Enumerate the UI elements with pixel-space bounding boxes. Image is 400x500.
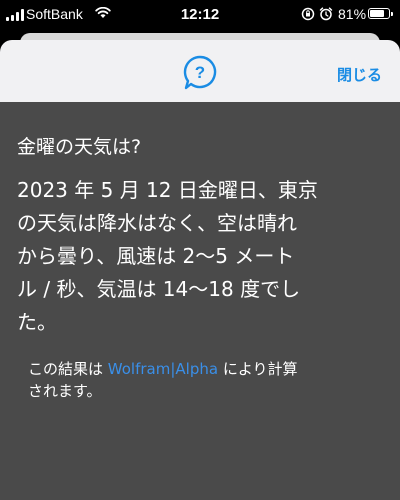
answer-line: た。	[17, 310, 57, 334]
credit-suffix: により計算	[218, 360, 298, 378]
answer-line: の天気は降水はなく、空は晴れ	[17, 211, 297, 235]
credit-line-2: されます。	[28, 382, 102, 400]
attribution-text: この結果は Wolfram|Alpha により計算 されます。	[28, 358, 378, 402]
close-button[interactable]: 閉じる	[337, 64, 382, 85]
alarm-icon	[319, 7, 333, 21]
status-bar: SoftBank 12:12 81%	[0, 0, 400, 30]
answer-line: から曇り、風速は 2〜5 メート	[17, 244, 295, 268]
question-text: 金曜の天気は?	[17, 136, 142, 158]
answer-panel: 金曜の天気は? 2023 年 5 月 12 日金曜日、東京 の天気は降水はなく、…	[0, 102, 400, 500]
battery-icon	[368, 8, 393, 19]
answer-text: 2023 年 5 月 12 日金曜日、東京 の天気は降水はなく、空は晴れ から曇…	[17, 174, 389, 339]
sheet-header: ? 閉じる	[0, 40, 400, 102]
answer-line: 2023 年 5 月 12 日金曜日、東京	[17, 178, 318, 202]
answer-line: ル / 秒、気温は 14〜18 度でし	[17, 277, 301, 301]
battery-level	[370, 10, 384, 17]
credit-prefix: この結果は	[28, 360, 108, 378]
speech-question-icon[interactable]: ?	[183, 55, 217, 91]
battery-percent: 81%	[338, 6, 367, 22]
wolfram-alpha-link[interactable]: Wolfram|Alpha	[108, 360, 218, 378]
svg-text:?: ?	[195, 63, 205, 82]
orientation-lock-icon	[301, 7, 315, 21]
